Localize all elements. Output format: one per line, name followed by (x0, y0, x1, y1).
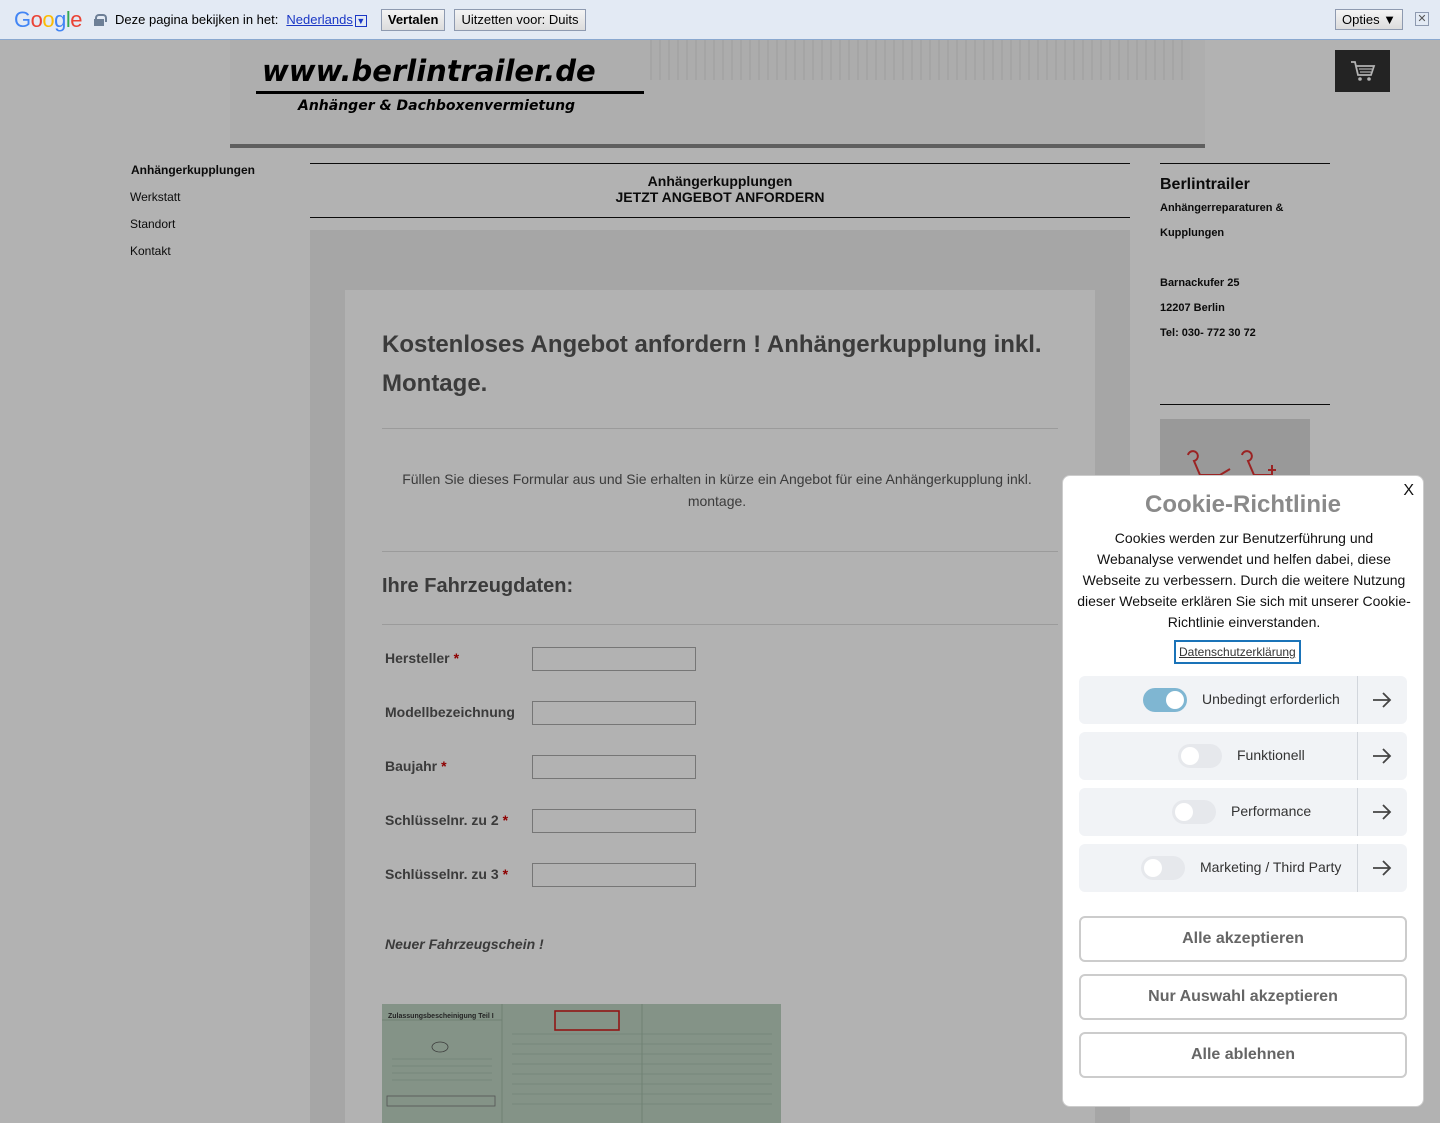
close-translate-button[interactable]: ✕ (1415, 12, 1429, 26)
divider (1357, 732, 1358, 780)
category-label: Performance (1231, 803, 1312, 819)
category-label: Unbedingt erforderlich (1202, 691, 1340, 707)
lock-icon (94, 13, 108, 26)
divider (1357, 676, 1358, 724)
toggle-knob (1181, 747, 1199, 765)
cookie-category-performance: Performance (1079, 788, 1407, 836)
accept-all-button[interactable]: Alle akzeptieren (1079, 916, 1407, 962)
cookie-category-marketing: Marketing / Third Party (1079, 844, 1407, 892)
divider (1357, 844, 1358, 892)
cookie-category-functional: Funktionell (1079, 732, 1407, 780)
turn-off-button[interactable]: Uitzetten voor: Duits (454, 8, 586, 31)
category-label: Marketing / Third Party (1200, 859, 1342, 875)
google-logo: Google (14, 6, 83, 32)
toggle-knob (1144, 859, 1162, 877)
dropdown-arrow-icon: ▼ (354, 15, 367, 27)
translate-bar: Google Deze pagina bekijken in het: Nede… (0, 0, 1440, 40)
divider (1357, 788, 1358, 836)
reject-all-button[interactable]: Alle ablehnen (1079, 1032, 1407, 1078)
toggle-marketing[interactable] (1141, 856, 1185, 880)
cookie-title: Cookie-Richtlinie (1144, 491, 1342, 518)
toggle-knob (1175, 803, 1193, 821)
translate-button[interactable]: Vertalen (380, 8, 446, 31)
language-select[interactable]: Nederlands ▼ (286, 12, 367, 27)
toggle-performance[interactable] (1172, 800, 1216, 824)
language-label: Nederlands (286, 12, 353, 27)
translate-prompt: Deze pagina bekijken in het: (115, 12, 279, 27)
options-button[interactable]: Opties ▼ (1335, 9, 1404, 30)
toggle-functional[interactable] (1178, 744, 1222, 768)
arrow-right-icon[interactable] (1371, 800, 1393, 824)
category-label: Funktionell (1237, 747, 1305, 763)
cookie-text: Cookies werden zur Benutzerführung und W… (1077, 530, 1411, 630)
arrow-right-icon[interactable] (1371, 856, 1393, 880)
privacy-link[interactable]: Datenschutzerklärung (1174, 640, 1301, 664)
toggle-knob (1166, 691, 1184, 709)
arrow-right-icon[interactable] (1371, 744, 1393, 768)
cookie-category-necessary: Unbedingt erforderlich (1079, 676, 1407, 724)
accept-selection-button[interactable]: Nur Auswahl akzeptieren (1079, 974, 1407, 1020)
arrow-right-icon[interactable] (1371, 688, 1393, 712)
toggle-necessary[interactable] (1143, 688, 1187, 712)
cookie-dialog: X Cookie-Richtlinie Cookies werden zur B… (1062, 475, 1424, 1107)
